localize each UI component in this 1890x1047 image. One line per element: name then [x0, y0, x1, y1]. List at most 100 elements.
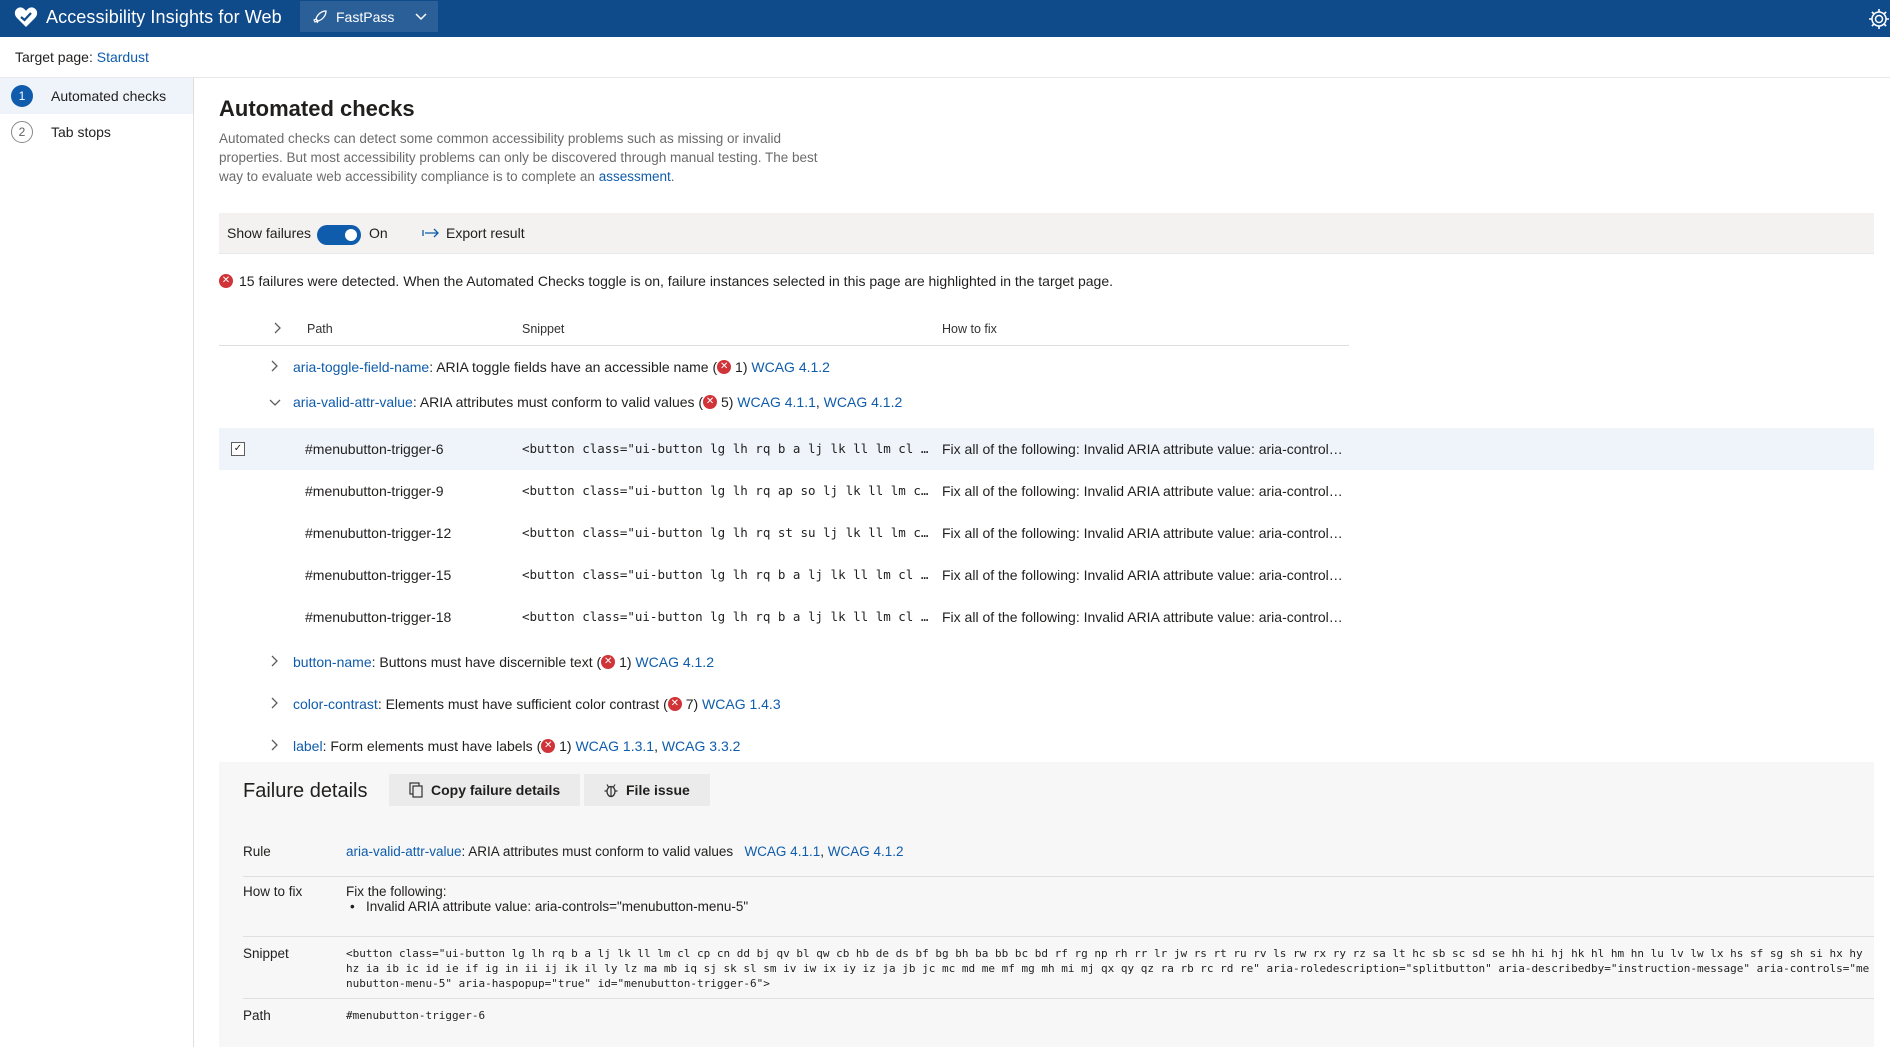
instance-row[interactable]: #menubutton-trigger-15 <button class="ui…	[219, 554, 1874, 596]
target-page-link[interactable]: Stardust	[97, 49, 149, 65]
chevron-right-icon[interactable]	[269, 654, 281, 670]
show-failures-label: Show failures	[227, 225, 312, 241]
app-header: Accessibility Insights for Web FastPass	[0, 0, 1890, 37]
chevron-right-icon[interactable]	[269, 359, 281, 375]
file-issue-button[interactable]: File issue	[584, 774, 710, 806]
bug-icon	[604, 784, 618, 798]
failure-count: 1)	[559, 738, 572, 754]
snippet-value: <button class="ui-button lg lh rq b a lj…	[346, 947, 1870, 990]
column-path: Path	[307, 322, 333, 336]
rule-description: : ARIA attributes must conform to valid …	[412, 394, 704, 410]
chevron-down-icon	[415, 13, 427, 21]
copy-icon	[409, 782, 423, 798]
detail-row-path: Path #menubutton-trigger-6	[243, 1008, 1874, 1038]
wcag-link[interactable]: WCAG 4.1.2	[824, 394, 903, 410]
rule-link[interactable]: aria-valid-attr-value	[293, 394, 413, 410]
export-result-button[interactable]: Export result	[422, 225, 525, 241]
error-icon: ✕	[717, 360, 732, 374]
instance-how-to-fix: Fix all of the following: Invalid ARIA a…	[942, 441, 1347, 457]
description-end: .	[670, 169, 675, 184]
instance-snippet: <button class="ui-button lg lh rq b a lj…	[522, 609, 932, 624]
wcag-link[interactable]: WCAG 1.3.1	[575, 738, 654, 754]
export-icon	[422, 228, 439, 238]
how-to-fix-item-text: Invalid ARIA attribute value: aria-contr…	[365, 899, 749, 914]
rule-label: Rule	[243, 844, 271, 859]
instance-row[interactable]: #menubutton-trigger-18 <button class="ui…	[219, 596, 1874, 638]
gear-icon[interactable]	[1868, 8, 1890, 30]
assessment-link[interactable]: assessment	[599, 169, 671, 184]
export-label: Export result	[446, 225, 525, 241]
wcag-link[interactable]: WCAG 4.1.2	[751, 359, 830, 375]
wcag-link[interactable]: WCAG 4.1.1	[737, 394, 816, 410]
how-to-fix-item: • Invalid ARIA attribute value: aria-con…	[350, 899, 749, 914]
show-failures-toggle[interactable]	[317, 225, 361, 245]
instance-path: #menubutton-trigger-6	[305, 441, 444, 457]
detail-row-snippet: Snippet <button class="ui-button lg lh r…	[243, 946, 1874, 999]
rule-description: : ARIA toggle fields have an accessible …	[429, 359, 718, 375]
detail-row-how-to-fix: How to fix Fix the following: • Invalid …	[243, 884, 1874, 937]
instance-row[interactable]: #menubutton-trigger-9 <button class="ui-…	[219, 470, 1874, 512]
rule-group-row[interactable]: color-contrast : Elements must have suff…	[219, 686, 1349, 722]
rule-description: : Buttons must have discernible text (	[371, 654, 602, 670]
instance-row[interactable]: #menubutton-trigger-12 <button class="ui…	[219, 512, 1874, 554]
rule-link[interactable]: aria-toggle-field-name	[293, 359, 429, 375]
rule-group-row[interactable]: label : Form elements must have labels (…	[219, 728, 1349, 764]
page-description: Automated checks can detect some common …	[219, 129, 819, 186]
toggle-state-label: On	[369, 225, 388, 241]
instance-row[interactable]: ✓ #menubutton-trigger-6 <button class="u…	[219, 428, 1874, 470]
rule-description: : Form elements must have labels (	[322, 738, 542, 754]
mode-dropdown[interactable]: FastPass	[300, 1, 438, 32]
chevron-right-icon[interactable]	[269, 696, 281, 712]
step-number: 1	[11, 85, 33, 107]
rule-link[interactable]: label	[293, 738, 323, 754]
page-title: Automated checks	[219, 96, 415, 121]
wcag-link[interactable]: WCAG 4.1.2	[828, 844, 904, 859]
error-icon: ✕	[703, 395, 718, 409]
row-checkbox[interactable]: ✓	[231, 442, 245, 456]
failure-count: 5)	[720, 394, 734, 410]
rule-description: : Elements must have sufficient color co…	[377, 696, 668, 712]
wcag-link[interactable]: WCAG 1.4.3	[702, 696, 781, 712]
how-to-fix-label: How to fix	[243, 884, 303, 899]
error-icon: ✕	[219, 274, 233, 288]
wcag-link[interactable]: WCAG 4.1.2	[635, 654, 714, 670]
nav-item-label: Automated checks	[51, 88, 167, 104]
brand: Accessibility Insights for Web	[14, 6, 282, 28]
chevron-right-icon[interactable]	[269, 738, 281, 754]
rule-group-row[interactable]: button-name : Buttons must have discerni…	[219, 644, 1349, 680]
how-to-fix-intro: Fix the following:	[346, 884, 447, 899]
column-snippet: Snippet	[522, 322, 565, 336]
copy-label: Copy failure details	[431, 782, 561, 798]
instance-how-to-fix: Fix all of the following: Invalid ARIA a…	[942, 483, 1347, 499]
detail-row-rule: Rule aria-valid-attr-value: ARIA attribu…	[243, 844, 1874, 877]
failure-details-title: Failure details	[243, 780, 368, 802]
failure-count: 1)	[619, 654, 632, 670]
expand-all-icon[interactable]	[272, 322, 282, 337]
wcag-link[interactable]: WCAG 3.3.2	[662, 738, 741, 754]
status-text: 15 failures were detected. When the Auto…	[239, 273, 1113, 289]
instance-how-to-fix: Fix all of the following: Invalid ARIA a…	[942, 525, 1347, 541]
chevron-down-icon[interactable]	[269, 394, 281, 410]
nav-item-tab-stops[interactable]: 2 Tab stops	[0, 114, 193, 150]
instance-path: #menubutton-trigger-18	[305, 609, 452, 625]
heart-logo-icon	[14, 7, 38, 27]
rule-group-row[interactable]: aria-valid-attr-value : ARIA attributes …	[219, 384, 1349, 420]
rule-link[interactable]: color-contrast	[293, 696, 378, 712]
nav-item-automated-checks[interactable]: 1 Automated checks	[0, 78, 193, 114]
target-page: Target page: Stardust	[15, 49, 149, 65]
rule-group-row[interactable]: aria-toggle-field-name : ARIA toggle fie…	[219, 349, 1349, 385]
rule-description: : ARIA attributes must conform to valid …	[461, 844, 734, 859]
left-nav: 1 Automated checks 2 Tab stops	[0, 78, 194, 1047]
target-page-label: Target page:	[15, 49, 93, 65]
rule-link[interactable]: button-name	[293, 654, 372, 670]
error-icon: ✕	[667, 697, 682, 711]
wcag-link[interactable]: WCAG 4.1.1	[744, 844, 820, 859]
step-number: 2	[11, 121, 33, 143]
failure-count: 7)	[685, 696, 699, 712]
rule-link[interactable]: aria-valid-attr-value	[346, 844, 462, 859]
target-page-bar: Target page: Stardust	[0, 37, 1890, 78]
copy-failure-details-button[interactable]: Copy failure details	[389, 774, 581, 806]
rocket-icon	[313, 9, 327, 23]
failure-count: 1)	[735, 359, 748, 375]
instance-snippet: <button class="ui-button lg lh rq b a lj…	[522, 441, 932, 456]
